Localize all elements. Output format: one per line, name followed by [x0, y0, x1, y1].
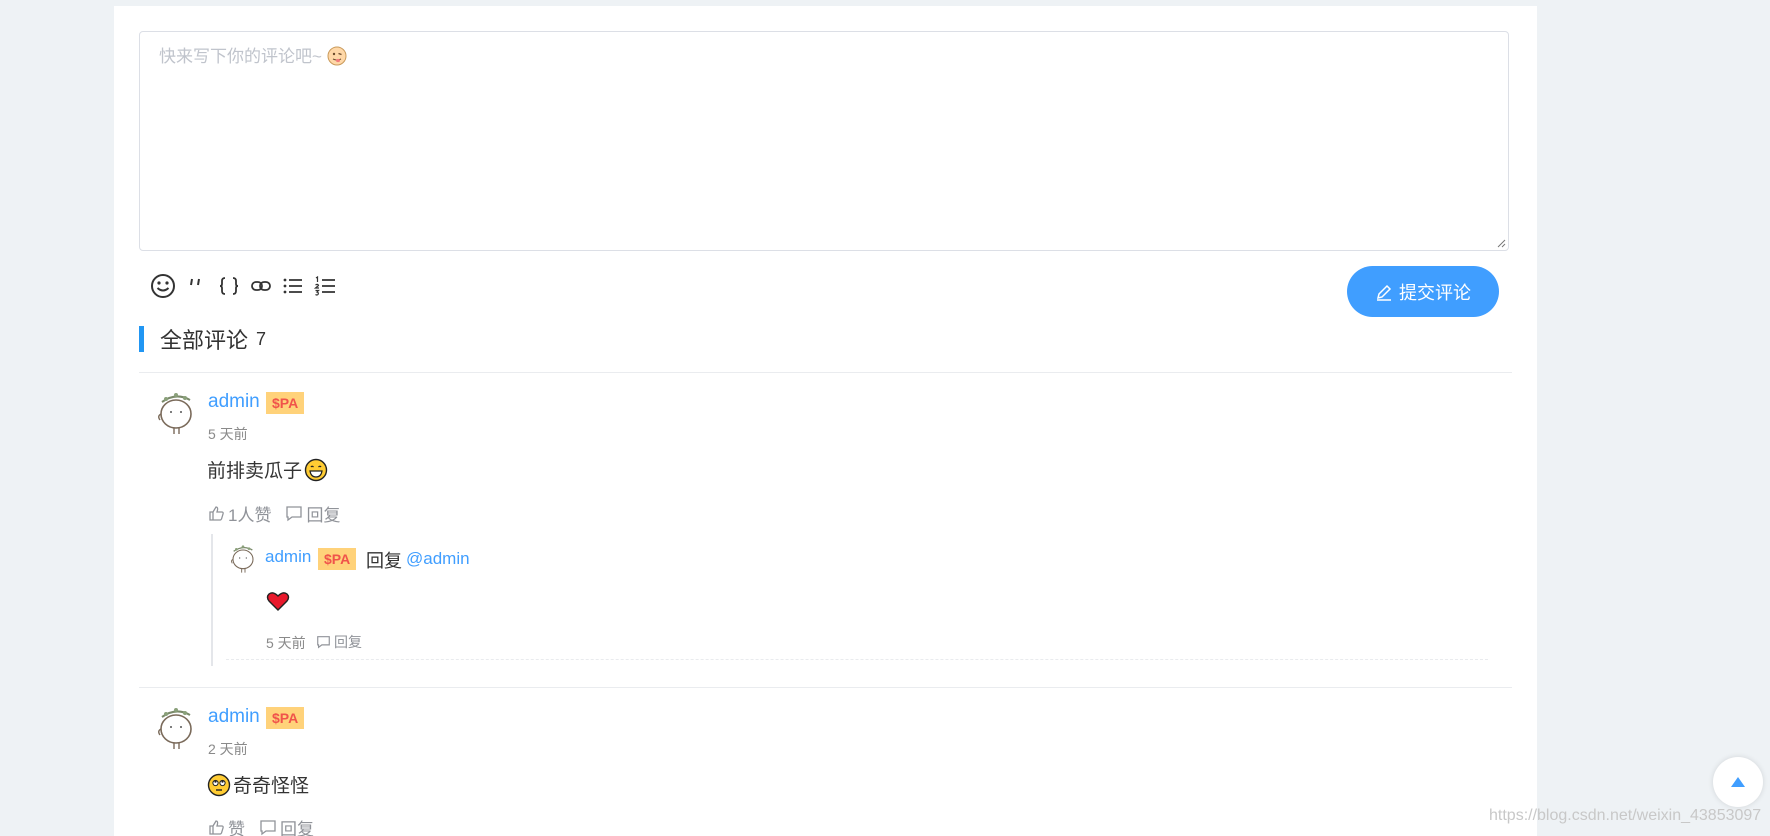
comment-text: 前排卖瓜子	[207, 461, 303, 482]
comment-textarea[interactable]: 快来写下你的评论吧~	[139, 31, 1509, 251]
code-icon[interactable]	[218, 272, 240, 300]
reply-time: 5 天前	[266, 635, 306, 651]
link-icon[interactable]	[250, 272, 272, 300]
like-button[interactable]: 1人赞	[208, 501, 271, 526]
reply-word: 回复	[366, 551, 402, 571]
comment-actions: 1人赞 回复	[208, 501, 340, 526]
divider	[139, 372, 1512, 373]
watermark: https://blog.csdn.net/weixin_43853097	[1489, 807, 1762, 824]
comment-time: 5 天前	[208, 426, 248, 442]
submit-comment-button[interactable]: 提交评论	[1347, 266, 1499, 317]
editor-toolbar	[150, 270, 336, 302]
comment-username[interactable]: admin	[208, 391, 260, 413]
reply-label: 回复	[334, 634, 362, 650]
all-comments-heading: 全部评论 7	[139, 325, 266, 353]
submit-comment-label: 提交评论	[1399, 282, 1471, 303]
reply-button[interactable]: 回复	[259, 815, 314, 836]
comment-icon	[286, 506, 303, 522]
comment-content: 前排卖瓜子	[207, 456, 328, 483]
user-badge: $PA	[318, 548, 357, 570]
thumbs-up-icon	[209, 506, 224, 521]
reply-label: 回复	[306, 506, 341, 525]
like-label: 1人赞	[228, 506, 272, 525]
reply-avatar[interactable]	[227, 542, 259, 574]
like-label: 赞	[228, 820, 245, 836]
emoji-icon[interactable]	[150, 272, 176, 300]
rolling-eyes-emoji-icon	[207, 773, 231, 796]
comment-text: 奇奇怪怪	[233, 776, 310, 797]
comment-username[interactable]: admin	[208, 706, 260, 728]
resize-grip-icon[interactable]	[1496, 238, 1506, 248]
comment-icon	[317, 636, 330, 649]
back-to-top-button[interactable]	[1713, 757, 1763, 807]
comment-content: 奇奇怪怪	[207, 771, 309, 798]
heart-emoji-icon	[266, 592, 290, 611]
divider	[139, 687, 1512, 688]
comment-actions: 赞 回复	[208, 815, 314, 836]
grinning-emoji-icon	[304, 458, 328, 481]
reply-divider	[226, 659, 1488, 660]
thumbs-up-icon	[209, 820, 224, 835]
avatar[interactable]	[152, 703, 200, 751]
reply-button[interactable]: 回复	[316, 632, 362, 652]
caret-up-icon	[1731, 777, 1745, 787]
title-accent-bar	[139, 326, 144, 352]
quote-icon[interactable]	[186, 272, 208, 300]
like-button[interactable]: 赞	[208, 815, 245, 836]
comment-icon	[260, 820, 276, 836]
reply-button[interactable]: 回复	[285, 501, 340, 526]
user-badge: $PA	[266, 392, 305, 414]
comment-time: 2 天前	[208, 741, 248, 757]
unordered-list-icon[interactable]	[282, 272, 304, 300]
tongue-emoji-icon	[327, 46, 347, 66]
comment-panel: 快来写下你的评论吧~ 提交评论 全部评论 7 admin $PA 5 天前 前排…	[114, 6, 1537, 836]
reply-label: 回复	[280, 820, 314, 836]
ordered-list-icon[interactable]	[314, 272, 336, 300]
avatar[interactable]	[152, 388, 200, 436]
mention-link[interactable]: @admin	[406, 549, 470, 569]
comment-placeholder: 快来写下你的评论吧~	[159, 47, 322, 66]
comments-count: 7	[256, 328, 267, 349]
reply-username[interactable]: admin	[265, 547, 311, 567]
user-badge: $PA	[266, 707, 305, 729]
all-comments-title: 全部评论	[160, 328, 249, 353]
pencil-icon	[1376, 284, 1392, 301]
